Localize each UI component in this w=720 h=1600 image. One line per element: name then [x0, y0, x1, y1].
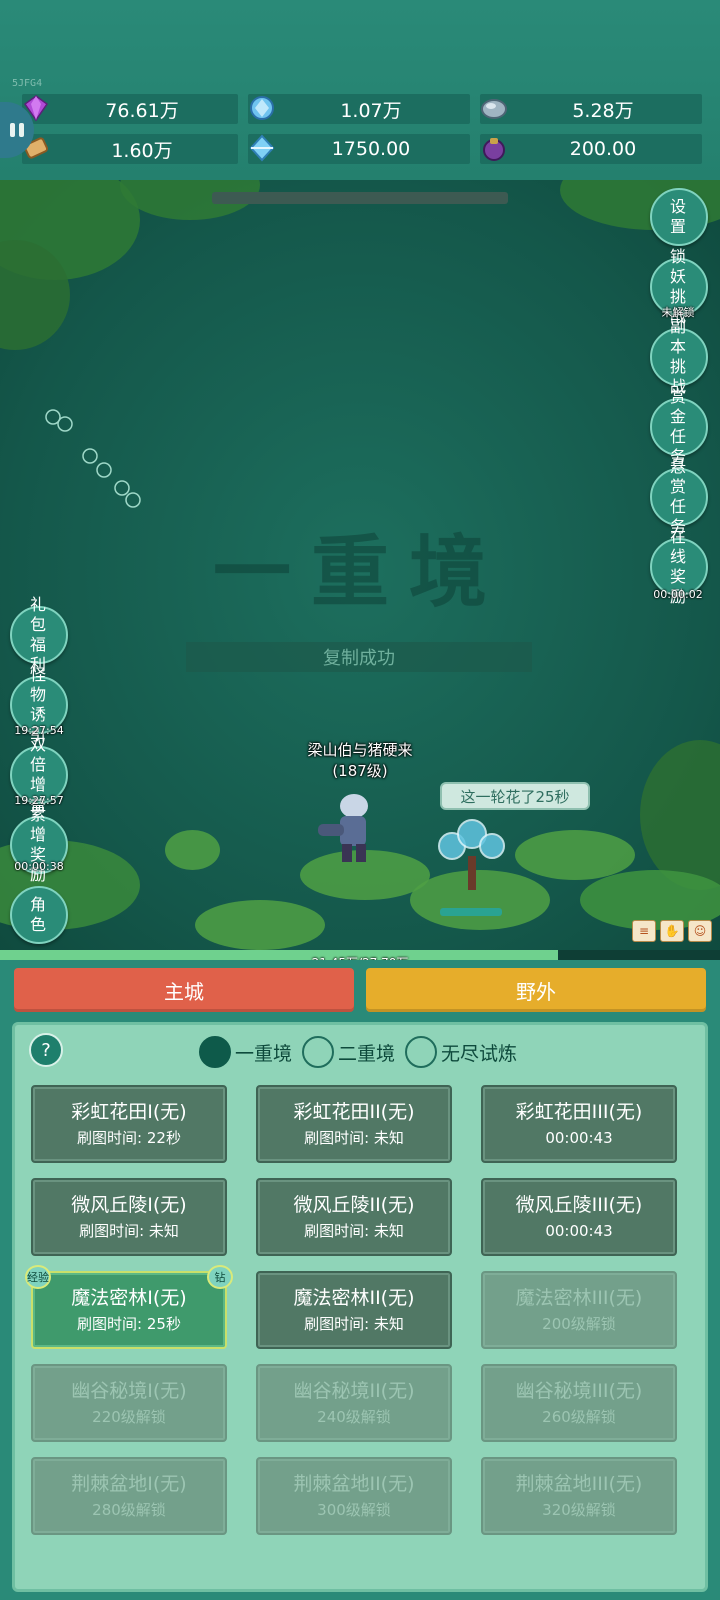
player-name: 梁山伯与猪硬来 [307, 741, 413, 759]
player-character-sprite [318, 794, 368, 862]
resource-bar: 5JFG4 76.61万 1.07万 5.28万 1.60万 1750.00 2… [0, 0, 720, 180]
silver-ore-icon [476, 90, 512, 126]
resource-scroll: 1.60万 [22, 134, 238, 164]
resource-purple-pouch: 200.00 [480, 134, 702, 164]
map-button-locked[interactable]: 幽谷秘境II(无) 240级解锁 [256, 1364, 452, 1442]
main-city-tab[interactable]: 主城 [14, 968, 354, 1012]
character-button[interactable]: 角色 [10, 886, 68, 944]
battle-scene: 一重境 复制成功 设置 锁妖挑战 未解锁 副本挑战 赏金任务 悬赏任务 在线奖励… [0, 180, 720, 960]
player-level: (187级) [332, 762, 388, 780]
enemy-hp-bar [440, 908, 502, 916]
pet-icon[interactable]: ☺ [688, 920, 712, 942]
settings-button[interactable]: 设置 [650, 188, 708, 246]
map-button-locked[interactable]: 荆棘盆地I(无) 280级解锁 [31, 1457, 227, 1535]
auto-battle-icon[interactable]: ≡ [632, 920, 656, 942]
map-button[interactable]: 微风丘陵III(无) 00:00:43 [481, 1178, 677, 1256]
ice-crystal-icon [244, 130, 280, 166]
skill-icon[interactable]: ✋ [660, 920, 684, 942]
map-button[interactable]: 彩虹花田I(无) 刷图时间: 22秒 [31, 1085, 227, 1163]
realm-radio-2[interactable]: 二重境 [302, 1036, 395, 1068]
cumulative-reward-timer: 00:00:38 [14, 860, 64, 873]
resource-ice-crystal: 1750.00 [248, 134, 470, 164]
gift-pack-button[interactable]: 礼包福利 [10, 595, 68, 674]
help-button[interactable]: ? [29, 1033, 63, 1067]
map-button-active[interactable]: 经验 钻 魔法密林I(无) 刷图时间: 25秒 [25, 1265, 233, 1349]
wanted-task-button[interactable]: 悬赏任务 [650, 457, 708, 536]
bottom-panel: 主城 野外 ? 一重境 二重境 无尽试炼 彩虹花田I(无) 刷图时间: 22秒 彩… [0, 960, 720, 1600]
map-button-locked[interactable]: 荆棘盆地II(无) 300级解锁 [256, 1457, 452, 1535]
radio-unselected-icon [405, 1036, 438, 1068]
speech-bubble: 这一轮花了25秒 [440, 782, 590, 810]
bubble-tree-monster [438, 819, 505, 890]
player-label: 梁山伯与猪硬来 (187级) [280, 740, 440, 782]
radio-unselected-icon [302, 1036, 335, 1068]
realm-title: 一重境 [212, 527, 507, 618]
bounty-gold-task-button[interactable]: 赏金任务 [650, 387, 708, 466]
bubbles-decoration [45, 409, 141, 508]
resource-value: 1.60万 [111, 139, 173, 162]
toast-message: 复制成功 [186, 642, 532, 672]
exp-badge: 经验 [25, 1265, 51, 1289]
map-button[interactable]: 微风丘陵II(无) 刷图时间: 未知 [256, 1178, 452, 1256]
resource-blue-crystal: 1.07万 [248, 94, 470, 124]
resource-value: 1750.00 [331, 138, 411, 160]
map-button-locked[interactable]: 幽谷秘境I(无) 220级解锁 [31, 1364, 227, 1442]
diamond-badge: 钻 [207, 1265, 233, 1289]
player-uid: 5JFG4 [12, 78, 43, 89]
wave-progress-bar [212, 192, 508, 204]
wild-tab[interactable]: 野外 [366, 968, 706, 1012]
resource-value: 200.00 [569, 138, 637, 160]
map-button[interactable]: 微风丘陵I(无) 刷图时间: 未知 [31, 1178, 227, 1256]
map-button[interactable]: 彩虹花田III(无) 00:00:43 [481, 1085, 677, 1163]
resource-value: 1.07万 [340, 99, 402, 122]
map-button[interactable]: 魔法密林II(无) 刷图时间: 未知 [256, 1271, 452, 1349]
radio-selected-icon [199, 1036, 231, 1068]
pause-icon [10, 123, 15, 137]
realm-selector: 一重境 二重境 无尽试炼 [199, 1035, 527, 1069]
map-button-locked[interactable]: 魔法密林III(无) 200级解锁 [481, 1271, 677, 1349]
online-reward-timer: 00:00:02 [653, 588, 703, 601]
resource-value: 76.61万 [105, 99, 179, 122]
map-button-locked[interactable]: 幽谷秘境III(无) 260级解锁 [481, 1364, 677, 1442]
map-selection-panel: ? 一重境 二重境 无尽试炼 彩虹花田I(无) 刷图时间: 22秒 彩虹花田II(… [12, 1022, 708, 1592]
resource-value: 5.28万 [572, 99, 634, 122]
map-button[interactable]: 彩虹花田II(无) 刷图时间: 未知 [256, 1085, 452, 1163]
realm-radio-1[interactable]: 一重境 [199, 1036, 292, 1068]
realm-radio-endless[interactable]: 无尽试炼 [405, 1036, 517, 1068]
purple-pouch-icon [476, 130, 512, 166]
resource-silver-ore: 5.28万 [480, 94, 702, 124]
resource-purple-gem: 76.61万 [22, 94, 238, 124]
blue-crystal-icon [244, 90, 280, 126]
map-button-locked[interactable]: 荆棘盆地III(无) 320级解锁 [481, 1457, 677, 1535]
dungeon-challenge-button[interactable]: 副本挑战 [650, 317, 708, 396]
